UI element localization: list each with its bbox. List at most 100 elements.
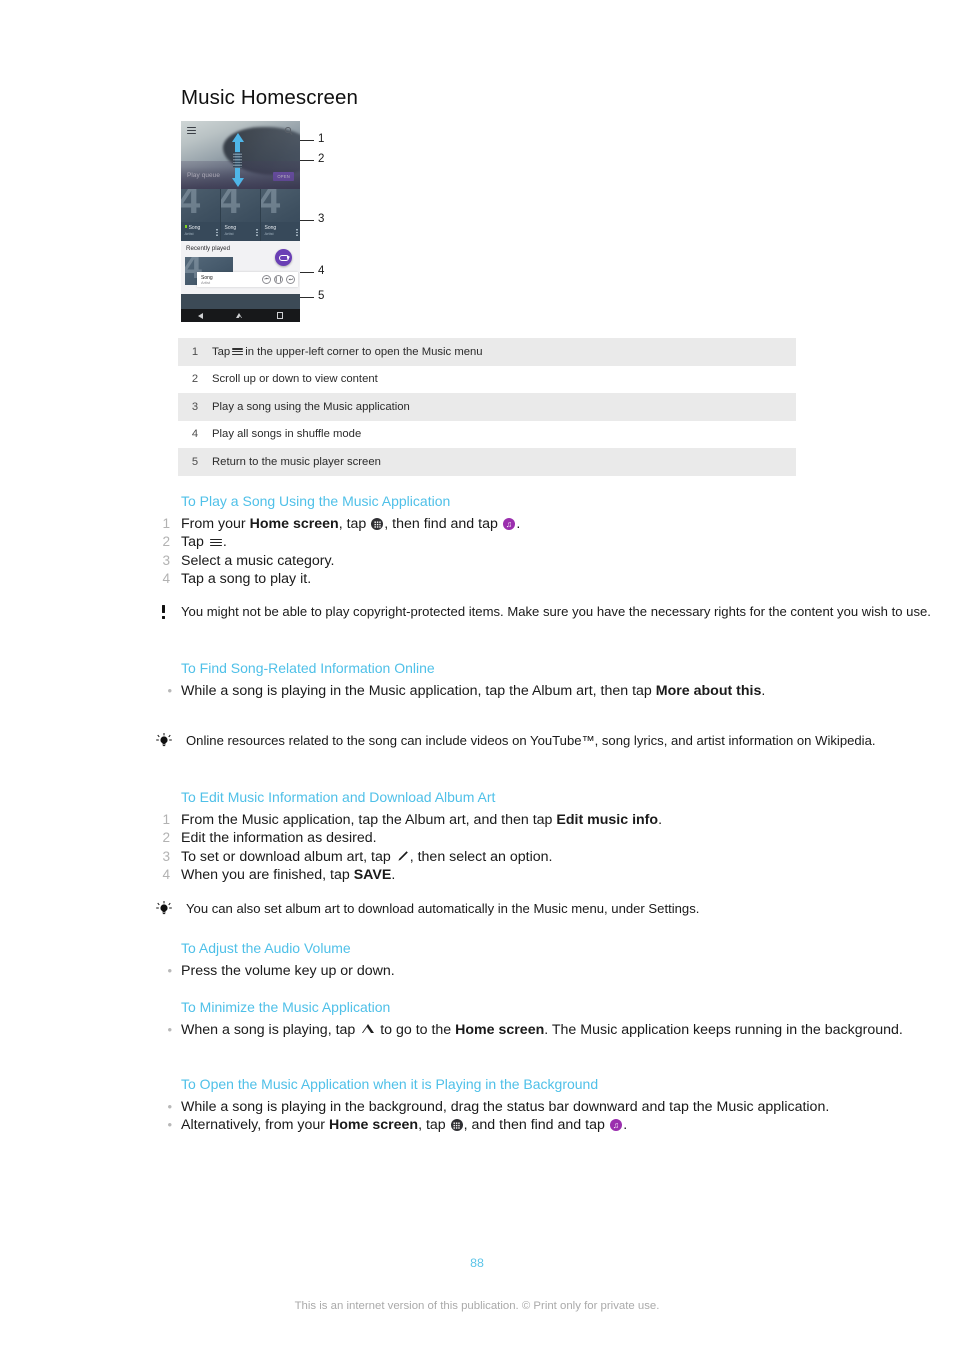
album-card[interactable]: Song Artist [261,189,300,241]
list-item: • Alternatively, from your Home screen, … [0,1116,954,1134]
next-track-icon[interactable]: ⏭ [286,275,295,284]
section-heading: To Edit Music Information and Download A… [181,789,496,805]
section-open-background: To Open the Music Application when it is… [0,1076,954,1135]
list-marker: 2 [162,830,170,846]
steps-list: 1 From your Home screen, tap , then find… [0,515,954,589]
list-item: 2 Edit the information as desired. [0,829,954,847]
document-page: Music Homescreen Play queue OPEN 4 Song … [0,0,954,1350]
lightbulb-glyph [156,733,172,747]
play-queue-label: Play queue [187,172,220,179]
table-row: 5 Return to the music player screen [178,448,796,476]
recents-icon[interactable] [276,312,284,319]
album-card[interactable]: Song Artist [181,189,220,241]
legend-text: Play a song using the Music application [212,400,410,413]
recently-played-section: Recently played Song Artist ⏮ ❙❙ ⏭ [181,241,300,294]
now-playing-indicator [184,224,188,228]
section-adjust-volume: To Adjust the Audio Volume • Press the v… [0,940,954,980]
list-item: 2 Tap . [0,533,954,551]
music-app-icon [502,517,516,530]
section-edit-info: To Edit Music Information and Download A… [0,789,954,885]
section-heading: To Find Song-Related Information Online [181,660,435,676]
list-item: 4 When you are finished, tap SAVE. [0,866,954,884]
list-item: • While a song is playing in the Music a… [0,682,954,700]
list-marker: 1 [162,516,170,531]
album-artist: Artist [264,230,274,236]
list-item: 3 Select a music category. [0,552,954,570]
album-artist: Artist [184,230,194,236]
music-app-icon [609,1118,623,1132]
legend-number: 5 [191,455,199,468]
legend-text: Return to the music player screen [212,455,381,468]
section-find-info: To Find Song-Related Information Online … [0,660,954,700]
note-text: You might not be able to play copyright-… [0,604,954,621]
section-minimize: To Minimize the Music Application • When… [0,999,954,1039]
mini-player-bar[interactable]: Song Artist ⏮ ❙❙ ⏭ [197,272,298,287]
album-song-title: Song [188,224,201,231]
bullet-list: • While a song is playing in the Music a… [0,682,954,700]
album-song-title: Song [264,224,277,231]
list-marker: 4 [162,571,170,587]
callout-number-5: 5 [318,290,325,302]
album-card[interactable]: Song Artist [221,189,260,241]
phone-screenshot: Play queue OPEN Song Artist [181,121,300,322]
android-navigation-bar [181,309,300,322]
list-marker: 1 [162,812,170,827]
list-marker: 3 [162,552,170,568]
scroll-direction-arrow [231,133,245,187]
album-art [221,189,260,222]
pause-icon[interactable]: ❙❙ [274,275,283,284]
back-icon[interactable] [197,312,203,319]
list-item: • When a song is playing, tap to go to t… [0,1021,954,1039]
album-card-row: Song Artist Song Artist [181,189,300,241]
home-icon[interactable] [236,312,243,319]
section-heading: To Adjust the Audio Volume [181,940,351,956]
warning-icon [155,604,173,620]
list-marker: 2 [162,534,170,550]
section-heading: To Minimize the Music Application [181,999,391,1015]
pencil-edit-icon [396,850,409,863]
list-marker: 4 [162,867,170,883]
callout-leader-1 [300,140,314,141]
callout-leader-3 [300,220,314,221]
home-icon [361,1023,374,1035]
overflow-menu-icon[interactable] [256,229,258,236]
legend-number: 4 [191,428,199,441]
mini-player-artist: Artist [201,280,211,285]
list-marker: • [167,683,172,698]
page-title: Music Homescreen [181,86,359,109]
callout-leader-2 [300,160,314,161]
play-queue-open-button[interactable]: OPEN [273,172,294,182]
list-marker: • [167,1022,172,1037]
callout-number-3: 3 [318,213,325,225]
callout-leader-4 [300,272,314,273]
hamburger-menu-icon[interactable] [187,127,196,134]
hamburger-menu-icon [209,538,222,547]
warning-note-copyright: You might not be able to play copyright-… [0,604,954,621]
note-text: You can also set album art to download a… [0,901,954,918]
steps-list: 1 From the Music application, tap the Al… [0,811,954,885]
previous-track-icon[interactable]: ⏮ [262,275,271,284]
list-marker: 3 [162,848,170,864]
legend-text: Tap in the upper-left corner to open the … [212,345,483,358]
legend-text: Scroll up or down to view content [212,373,378,386]
overflow-menu-icon[interactable] [296,229,298,236]
page-number: 88 [470,1256,484,1270]
table-row: 4 Play all songs in shuffle mode [178,421,796,449]
list-item: 3 To set or download album art, tap , th… [0,848,954,866]
hamburger-menu-icon [232,348,244,356]
recently-played-label: Recently played [186,245,231,252]
search-icon[interactable] [285,127,293,136]
legend-number: 2 [191,373,199,386]
lightbulb-icon [155,901,173,917]
overflow-menu-icon[interactable] [216,229,218,236]
bullet-list: • Press the volume key up or down. [0,962,954,980]
shuffle-icon[interactable] [275,249,292,266]
table-row: 3 Play a song using the Music applicatio… [178,393,796,421]
legend-number: 1 [191,345,199,358]
lightbulb-glyph [156,901,172,915]
list-item: 1 From the Music application, tap the Al… [0,811,954,829]
list-marker: • [167,1099,172,1114]
figure-legend-table: 1 Tap in the upper-left corner to open th… [178,338,796,476]
album-art [261,189,300,222]
album-art [181,189,220,222]
